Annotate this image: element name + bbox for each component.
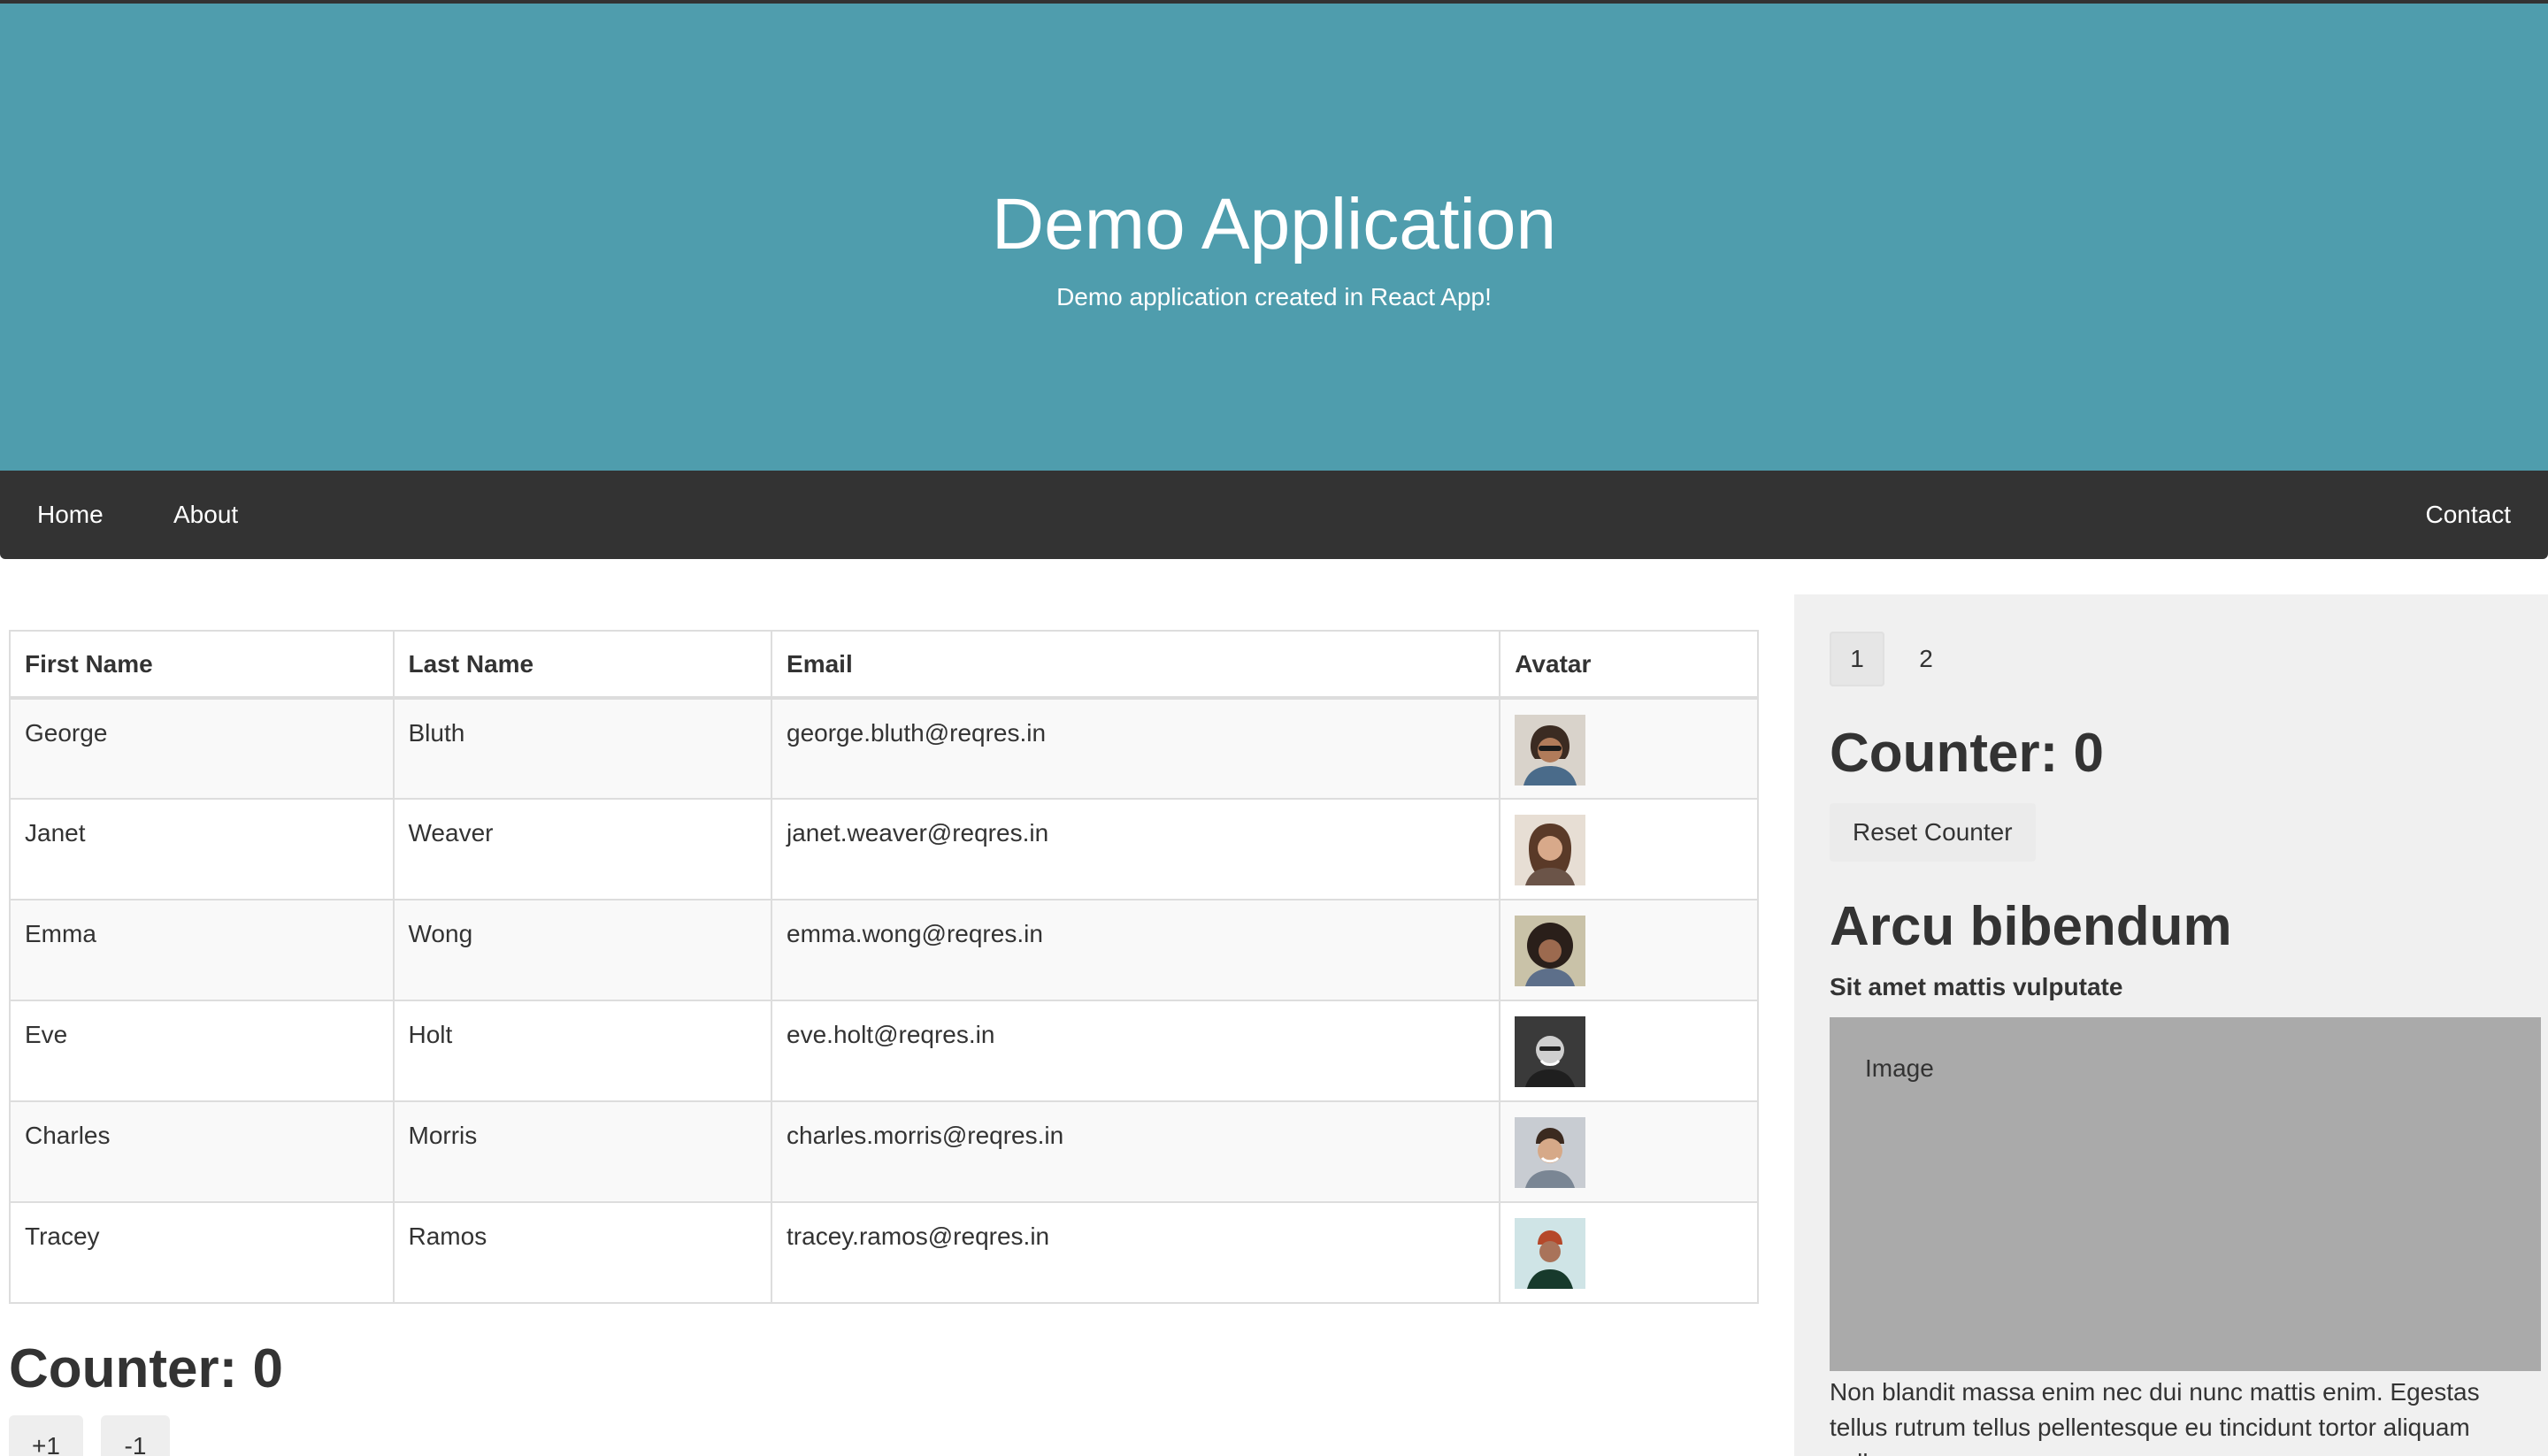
table-row: Eve Holt eve.holt@reqres.in: [9, 1000, 1759, 1102]
last-name-cell: Wong: [392, 899, 773, 1001]
top-navigation: Home About Contact: [0, 471, 2548, 559]
first-name-cell: Emma: [9, 899, 395, 1001]
email-cell: george.bluth@reqres.in: [771, 697, 1501, 800]
main-counter-label: Counter: 0: [9, 1338, 283, 1399]
sidebar-subtitle: Sit amet mattis vulputate: [1830, 973, 2123, 1000]
first-name-cell: Janet: [9, 798, 395, 900]
users-table-container: First Name Last Name Email Avatar George…: [9, 630, 1759, 1304]
last-name-cell: Morris: [392, 1100, 773, 1203]
image-placeholder-label: Image: [1865, 1054, 1934, 1082]
avatar-cell: [1499, 899, 1759, 1001]
table-row: George Bluth george.bluth@reqres.in: [9, 697, 1759, 800]
last-name-cell: Weaver: [392, 798, 773, 900]
last-name-cell: Holt: [392, 1000, 773, 1102]
image-placeholder: Image: [1830, 1017, 2541, 1371]
nav-contact-link[interactable]: Contact: [2426, 471, 2512, 559]
sidebar-counter-label: Counter: 0: [1830, 723, 2104, 784]
last-name-cell: Ramos: [392, 1201, 773, 1304]
table-row: Charles Morris charles.morris@reqres.in: [9, 1100, 1759, 1203]
reset-counter-button[interactable]: Reset Counter: [1830, 803, 2036, 862]
users-table: First Name Last Name Email Avatar George…: [9, 630, 1759, 1304]
app-subtitle: Demo application created in React App!: [1056, 283, 1492, 310]
column-header-last-name: Last Name: [392, 630, 773, 700]
table-row: Janet Weaver janet.weaver@reqres.in: [9, 798, 1759, 900]
decrement-button[interactable]: -1: [101, 1415, 170, 1456]
nav-home-link[interactable]: Home: [37, 471, 104, 559]
first-name-cell: George: [9, 697, 395, 800]
pagination-page-2[interactable]: 2: [1899, 632, 1953, 686]
table-row: Emma Wong emma.wong@reqres.in: [9, 899, 1759, 1001]
hero-banner: Demo Application Demo application create…: [0, 4, 2548, 471]
nav-about-link[interactable]: About: [173, 471, 238, 559]
avatar-cell: [1499, 1100, 1759, 1203]
app-title: Demo Application: [991, 184, 1557, 264]
first-name-cell: Charles: [9, 1100, 395, 1203]
email-cell: janet.weaver@reqres.in: [771, 798, 1501, 900]
first-name-cell: Tracey: [9, 1201, 395, 1304]
avatar-cell: [1499, 798, 1759, 900]
table-row: Tracey Ramos tracey.ramos@reqres.in: [9, 1201, 1759, 1304]
avatar-cell: [1499, 1201, 1759, 1304]
email-cell: emma.wong@reqres.in: [771, 899, 1501, 1001]
avatar: [1515, 815, 1586, 885]
sidebar-title: Arcu bibendum: [1830, 896, 2232, 957]
avatar: [1515, 1117, 1586, 1188]
avatar-cell: [1499, 1000, 1759, 1102]
last-name-cell: Bluth: [392, 697, 773, 800]
first-name-cell: Eve: [9, 1000, 395, 1102]
avatar: [1515, 1218, 1586, 1289]
column-header-avatar: Avatar: [1499, 630, 1759, 700]
sidebar: 1 2 Counter: 0 Reset Counter Arcu bibend…: [1794, 594, 2548, 1456]
sidebar-paragraph: Non blandit massa enim nec dui nunc matt…: [1830, 1378, 2480, 1456]
column-header-first-name: First Name: [9, 630, 395, 700]
avatar-cell: [1499, 697, 1759, 800]
table-header-row: First Name Last Name Email Avatar: [9, 630, 1759, 700]
avatar: [1515, 1016, 1586, 1087]
avatar: [1515, 715, 1586, 785]
avatar: [1515, 916, 1586, 986]
increment-button[interactable]: +1: [9, 1415, 83, 1456]
pagination-page-1[interactable]: 1: [1830, 632, 1884, 686]
column-header-email: Email: [771, 630, 1501, 700]
email-cell: eve.holt@reqres.in: [771, 1000, 1501, 1102]
email-cell: charles.morris@reqres.in: [771, 1100, 1501, 1203]
email-cell: tracey.ramos@reqres.in: [771, 1201, 1501, 1304]
